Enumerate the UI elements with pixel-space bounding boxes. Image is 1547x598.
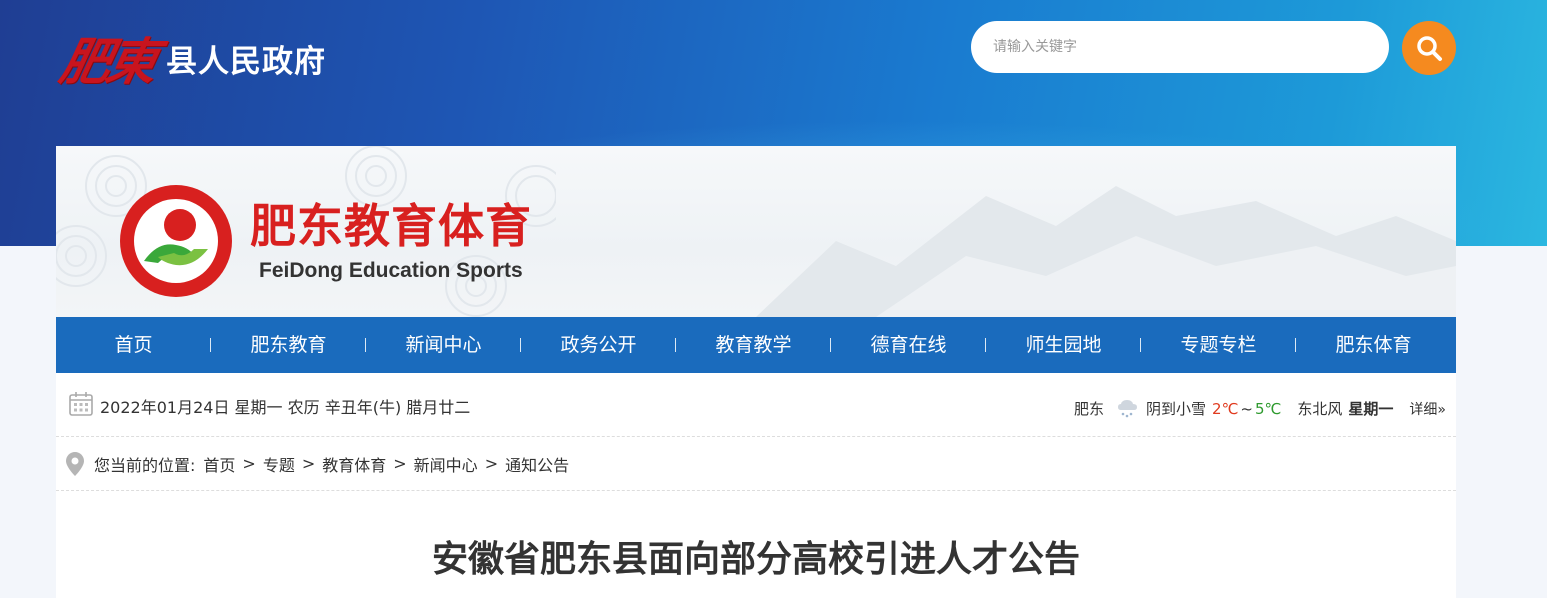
breadcrumb-separator: > (484, 454, 499, 473)
breadcrumb-separator: > (393, 454, 407, 473)
nav-item-feidong-sports[interactable]: 肥东体育 (1296, 317, 1451, 373)
gov-name: 县人民政府 (166, 43, 326, 80)
breadcrumb-education-sports[interactable]: 教育体育 (322, 452, 386, 476)
search-icon (1417, 36, 1442, 61)
nav-item-teachers-students[interactable]: 师生园地 (986, 317, 1141, 373)
weather-temp-separator: ~ (1240, 399, 1253, 418)
search-button[interactable] (1402, 21, 1456, 75)
breadcrumb-separator: > (242, 454, 256, 473)
nav-item-teaching[interactable]: 教育教学 (676, 317, 831, 373)
weather-detail-link[interactable]: 详细» (1409, 399, 1446, 419)
weather-condition: 阴到小雪 (1146, 400, 1207, 418)
mountain-decoration (756, 186, 1456, 317)
main-container: 肥东教育体育 FeiDong Education Sports 首页 肥东教育 … (56, 146, 1456, 598)
main-nav: 首页 肥东教育 新闻中心 政务公开 教育教学 德育在线 师生园地 专题专栏 肥东… (56, 317, 1456, 373)
breadcrumb-news-center[interactable]: 新闻中心 (414, 452, 478, 476)
nav-item-home[interactable]: 首页 (56, 317, 211, 373)
nav-item-news-center[interactable]: 新闻中心 (366, 317, 521, 373)
location-pin-icon (66, 451, 84, 476)
weather-wind: 东北风 (1297, 400, 1343, 418)
weather-temp-low: 2℃ (1212, 399, 1239, 418)
breadcrumb-home[interactable]: 首页 (203, 452, 235, 476)
site-title-en: FeiDong Education Sports (259, 259, 523, 282)
site-title-cn: 肥东教育体育 (250, 199, 532, 253)
nav-item-moral-education[interactable]: 德育在线 (831, 317, 986, 373)
info-bar: 2022年01月24日 星期一 农历 辛丑年(牛) 腊月廿二 肥东 阴到小雪 2… (56, 373, 1456, 437)
breadcrumb-separator: > (301, 454, 316, 473)
gov-logo-calligraphy: 肥東 (54, 32, 160, 91)
education-emblem-icon (120, 185, 232, 297)
weather-city: 肥东 (1074, 400, 1105, 418)
nav-item-feidong-education[interactable]: 肥东教育 (211, 317, 366, 373)
breadcrumb-prefix: 您当前的位置: (94, 455, 196, 475)
weather-temp-high: 5℃ (1255, 399, 1282, 418)
nav-item-government-affairs[interactable]: 政务公开 (521, 317, 676, 373)
weather-widget: 肥东 阴到小雪 2℃ ~ 5℃ 东北风 星期一 详细» (1074, 398, 1446, 419)
breadcrumb-topics[interactable]: 专题 (263, 452, 295, 476)
site-banner: 肥东教育体育 FeiDong Education Sports (56, 146, 1456, 317)
weather-weekday: 星期一 (1348, 400, 1394, 418)
breadcrumb-notices[interactable]: 通知公告 (505, 452, 569, 476)
gov-logo[interactable]: 肥東 县人民政府 (55, 22, 326, 94)
article-title: 安徽省肥东县面向部分高校引进人才公告 (431, 539, 1080, 580)
breadcrumb: 您当前的位置: 首页 > 专题 > 教育体育 > 新闻中心 > 通知公告 (56, 437, 1456, 491)
nav-item-special-topics[interactable]: 专题专栏 (1141, 317, 1296, 373)
snow-cloud-icon (1118, 399, 1138, 417)
calendar-icon (69, 392, 93, 416)
search-input[interactable] (971, 21, 1389, 73)
current-date: 2022年01月24日 星期一 农历 辛丑年(牛) 腊月廿二 (100, 398, 471, 417)
